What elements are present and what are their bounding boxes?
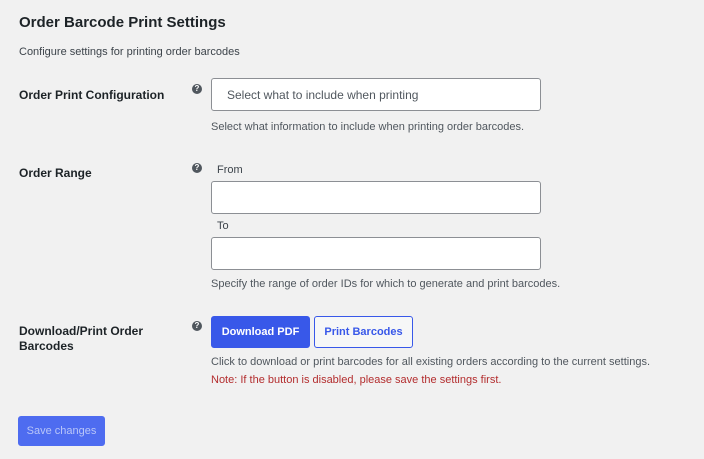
help-icon[interactable]: ? bbox=[192, 321, 202, 331]
order-range-hint: Specify the range of order IDs for which… bbox=[211, 278, 561, 290]
print-config-select[interactable] bbox=[211, 78, 541, 111]
order-range-from-input[interactable] bbox=[211, 181, 541, 214]
save-changes-button[interactable]: Save changes bbox=[18, 416, 105, 446]
print-config-label: Order Print Configuration bbox=[19, 88, 165, 102]
download-print-hint: Click to download or print barcodes for … bbox=[211, 356, 650, 368]
page-description: Configure settings for printing order ba… bbox=[19, 46, 240, 58]
order-range-label: Order Range bbox=[19, 166, 92, 180]
from-label: From bbox=[217, 164, 243, 176]
help-icon[interactable]: ? bbox=[192, 163, 202, 173]
order-range-to-input[interactable] bbox=[211, 237, 541, 270]
download-pdf-button[interactable]: Download PDF bbox=[211, 316, 310, 348]
page-title: Order Barcode Print Settings bbox=[19, 14, 226, 31]
download-print-label: Download/Print Order Barcodes bbox=[19, 324, 144, 353]
to-label: To bbox=[217, 220, 229, 232]
print-config-hint: Select what information to include when … bbox=[211, 121, 525, 133]
print-barcodes-button[interactable]: Print Barcodes bbox=[314, 316, 413, 348]
help-icon[interactable]: ? bbox=[192, 84, 202, 94]
disabled-note: Note: If the button is disabled, please … bbox=[211, 374, 502, 386]
